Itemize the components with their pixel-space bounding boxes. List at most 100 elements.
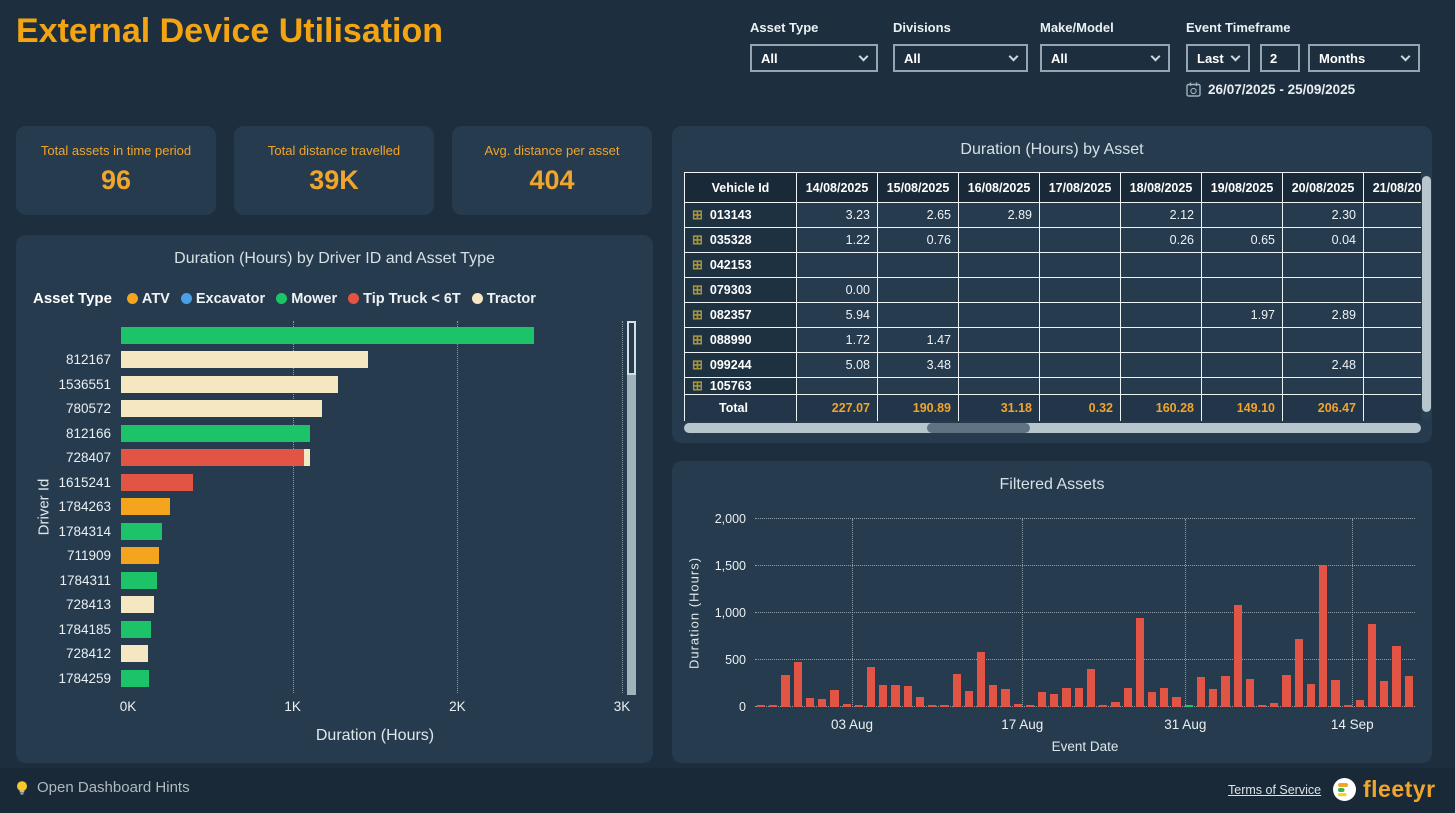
bar[interactable] bbox=[1221, 676, 1229, 707]
bar[interactable] bbox=[1124, 688, 1132, 707]
bar[interactable] bbox=[1319, 565, 1327, 707]
bar[interactable] bbox=[818, 699, 826, 707]
bar[interactable] bbox=[757, 705, 765, 707]
column-header[interactable]: 20/08/2025 bbox=[1283, 173, 1364, 203]
terms-of-service-link[interactable]: Terms of Service bbox=[1228, 783, 1321, 797]
bar[interactable] bbox=[121, 670, 149, 687]
bar[interactable] bbox=[1062, 688, 1070, 707]
bar[interactable] bbox=[1160, 688, 1168, 707]
bar[interactable] bbox=[1172, 697, 1180, 707]
bar[interactable] bbox=[1295, 639, 1303, 707]
legend-item[interactable]: Excavator bbox=[181, 291, 265, 307]
bar[interactable] bbox=[1405, 676, 1413, 707]
bar[interactable] bbox=[953, 674, 961, 707]
expand-icon[interactable]: ⊞ bbox=[692, 357, 703, 372]
bar[interactable] bbox=[806, 698, 814, 707]
bar[interactable] bbox=[1356, 700, 1364, 707]
column-header[interactable]: 21/08/2025 bbox=[1364, 173, 1422, 203]
timeframe-unit-dropdown[interactable]: Months bbox=[1308, 44, 1420, 72]
bar[interactable] bbox=[121, 621, 151, 638]
bar[interactable] bbox=[940, 705, 948, 707]
bar[interactable] bbox=[121, 645, 148, 662]
bar[interactable] bbox=[965, 691, 973, 707]
bar[interactable] bbox=[1270, 703, 1278, 707]
table-horizontal-scrollbar[interactable] bbox=[684, 423, 1421, 433]
bar[interactable] bbox=[1392, 646, 1400, 707]
scrollbar-thumb[interactable] bbox=[927, 423, 1030, 433]
make-model-dropdown[interactable]: All bbox=[1040, 44, 1170, 72]
bar[interactable] bbox=[855, 705, 863, 707]
column-header[interactable]: 17/08/2025 bbox=[1040, 173, 1121, 203]
column-header[interactable]: 19/08/2025 bbox=[1202, 173, 1283, 203]
bar[interactable] bbox=[1099, 705, 1107, 707]
table-row[interactable]: ⊞105763 bbox=[685, 378, 1422, 395]
column-header[interactable]: 18/08/2025 bbox=[1121, 173, 1202, 203]
column-header[interactable]: 14/08/2025 bbox=[797, 173, 878, 203]
bar[interactable] bbox=[1087, 669, 1095, 707]
bar[interactable] bbox=[121, 351, 368, 368]
bar[interactable] bbox=[977, 652, 985, 707]
table-vertical-scrollbar[interactable] bbox=[1422, 174, 1431, 420]
bar[interactable] bbox=[1380, 681, 1388, 707]
bar[interactable] bbox=[1111, 702, 1119, 707]
bar[interactable] bbox=[121, 327, 534, 344]
bar[interactable] bbox=[1368, 624, 1376, 707]
bar[interactable] bbox=[121, 449, 310, 466]
table-row[interactable]: ⊞0992445.083.482.48 bbox=[685, 353, 1422, 378]
legend-item[interactable]: Tractor bbox=[472, 291, 536, 307]
bar[interactable] bbox=[879, 685, 887, 707]
bar[interactable] bbox=[916, 697, 924, 707]
bar[interactable] bbox=[1038, 692, 1046, 707]
asset-type-dropdown[interactable]: All bbox=[750, 44, 878, 72]
expand-icon[interactable]: ⊞ bbox=[692, 282, 703, 297]
expand-icon[interactable]: ⊞ bbox=[692, 257, 703, 272]
bar[interactable] bbox=[794, 662, 802, 707]
table-row[interactable]: ⊞0823575.941.972.89 bbox=[685, 303, 1422, 328]
bar[interactable] bbox=[1307, 684, 1315, 708]
scrollbar-thumb[interactable] bbox=[627, 321, 636, 375]
bar[interactable] bbox=[121, 400, 322, 417]
column-header[interactable]: Vehicle Id bbox=[685, 173, 797, 203]
bar[interactable] bbox=[121, 498, 170, 515]
bar[interactable] bbox=[121, 425, 310, 442]
bar[interactable] bbox=[1075, 688, 1083, 707]
bar[interactable] bbox=[928, 705, 936, 707]
bar[interactable] bbox=[121, 596, 154, 613]
bar[interactable] bbox=[121, 523, 162, 540]
bar[interactable] bbox=[830, 690, 838, 707]
bar[interactable] bbox=[1197, 677, 1205, 707]
column-header[interactable]: 16/08/2025 bbox=[959, 173, 1040, 203]
divisions-dropdown[interactable]: All bbox=[893, 44, 1028, 72]
bar[interactable] bbox=[1050, 694, 1058, 707]
bar[interactable] bbox=[1234, 605, 1242, 707]
expand-icon[interactable]: ⊞ bbox=[692, 378, 703, 393]
bar[interactable] bbox=[121, 572, 157, 589]
expand-icon[interactable]: ⊞ bbox=[692, 207, 703, 222]
bar[interactable] bbox=[1185, 705, 1193, 707]
bar[interactable] bbox=[1282, 675, 1290, 707]
bar[interactable] bbox=[1136, 618, 1144, 707]
expand-icon[interactable]: ⊞ bbox=[692, 232, 703, 247]
bar[interactable] bbox=[781, 675, 789, 707]
legend-item[interactable]: Tip Truck < 6T bbox=[348, 291, 461, 307]
bar[interactable] bbox=[1344, 705, 1352, 707]
bar[interactable] bbox=[1026, 705, 1034, 707]
bar[interactable] bbox=[121, 474, 193, 491]
timeframe-mode-dropdown[interactable]: Last bbox=[1186, 44, 1250, 72]
table-row[interactable]: ⊞0353281.220.760.260.650.04 bbox=[685, 228, 1422, 253]
open-dashboard-hints-button[interactable]: Open Dashboard Hints bbox=[14, 779, 190, 796]
chart-vertical-scrollbar[interactable] bbox=[627, 321, 636, 695]
legend-item[interactable]: ATV bbox=[127, 291, 170, 307]
bar[interactable] bbox=[867, 667, 875, 707]
table-row[interactable]: ⊞0793030.00 bbox=[685, 278, 1422, 303]
table-row[interactable]: ⊞042153 bbox=[685, 253, 1422, 278]
bar[interactable] bbox=[121, 547, 159, 564]
bar[interactable] bbox=[1001, 689, 1009, 707]
expand-icon[interactable]: ⊞ bbox=[692, 332, 703, 347]
bar[interactable] bbox=[1148, 692, 1156, 707]
bar[interactable] bbox=[121, 376, 338, 393]
bar[interactable] bbox=[1014, 704, 1022, 707]
bar[interactable] bbox=[904, 686, 912, 707]
bar[interactable] bbox=[989, 685, 997, 707]
bar[interactable] bbox=[1246, 679, 1254, 707]
